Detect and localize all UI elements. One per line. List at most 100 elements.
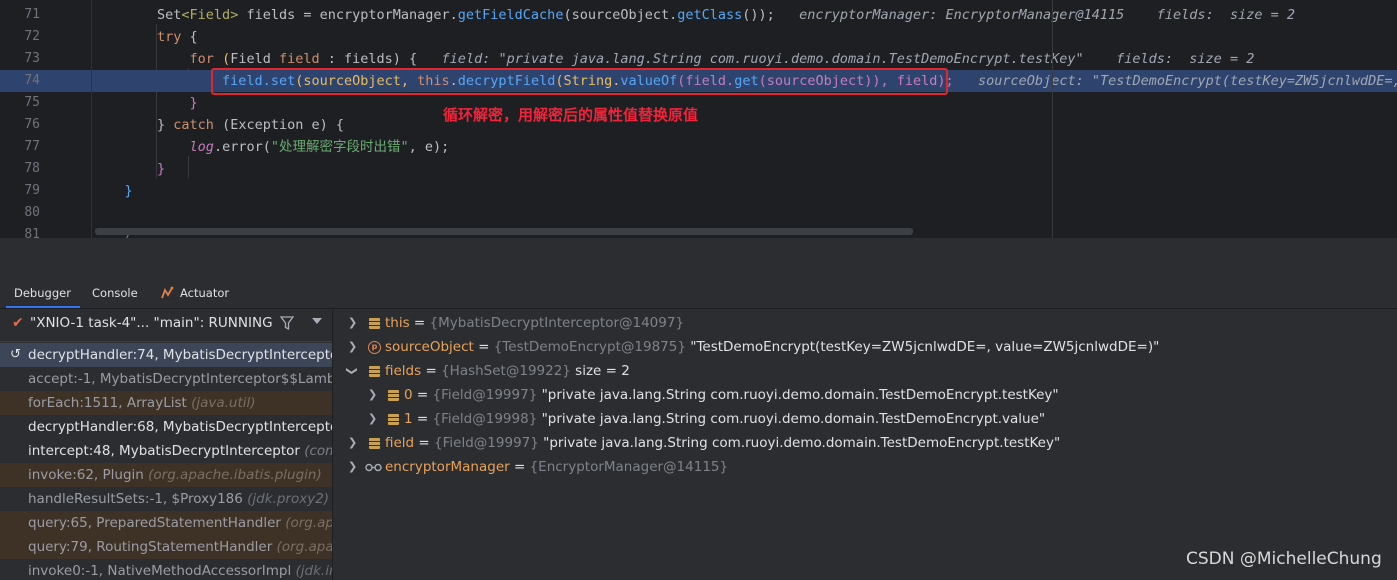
code-line: try { — [92, 26, 1397, 48]
line-number: 78 — [24, 161, 40, 176]
line-number: 73 — [24, 51, 40, 66]
code-token: } — [189, 95, 198, 111]
chevron-right-icon[interactable]: ❯ — [348, 455, 357, 479]
actuator-icon — [161, 286, 174, 299]
frame-item[interactable]: query:65, PreparedStatementHandler (org.… — [0, 511, 332, 535]
code-token: catch — [173, 117, 214, 133]
frame-package: (jdk.proxy2) — [247, 491, 330, 507]
frames-panel: ✔ "XNIO-1 task-4"... "main": RUNNING ↺ d… — [0, 309, 332, 580]
tab-label: Actuator — [180, 286, 230, 300]
tab-actuator[interactable]: Actuator — [152, 278, 242, 308]
variable-row[interactable]: ❯ encryptorManager = {EncryptorManager@1… — [333, 455, 1397, 479]
gutter-line: 72 — [0, 26, 92, 48]
undo-icon: ↺ — [10, 347, 21, 362]
code-line: Set<Field> fields = encryptorManager.get… — [92, 4, 1397, 26]
line-number: 76 — [24, 117, 40, 132]
code-line: } — [92, 158, 1397, 180]
highlight-box — [211, 68, 948, 95]
gutter-line: 78 — [0, 158, 92, 180]
variable-row[interactable]: ❯ p sourceObject = {TestDemoEncrypt@1987… — [333, 335, 1397, 359]
divider — [0, 341, 332, 342]
code-token: <Field> — [181, 7, 239, 23]
code-token: try — [157, 29, 182, 45]
variable-value: "private java.lang.String com.ruoyi.demo… — [538, 435, 1061, 451]
chevron-down-icon[interactable]: ❯ — [340, 366, 364, 375]
glasses-icon — [365, 463, 382, 472]
frame-name: query:79, RoutingStatementHandler — [28, 539, 277, 555]
code-token: (sourceObject. — [563, 7, 678, 23]
code-area[interactable]: Set<Field> fields = encryptorManager.get… — [92, 0, 1397, 238]
variable-equals: = — [509, 459, 530, 475]
frame-item[interactable]: intercept:48, MybatisDecryptInterceptor … — [0, 439, 332, 463]
variable-row[interactable]: ❯ 1 = {Field@19998} "private java.lang.S… — [333, 407, 1397, 431]
variable-type: {HashSet@19922} — [441, 363, 571, 379]
code-line: } — [92, 92, 1397, 114]
gutter-line-current: 74 — [0, 70, 92, 92]
chevron-right-icon[interactable]: ❯ — [368, 407, 377, 431]
gutter-line: 76 — [0, 114, 92, 136]
variable-equals: = — [412, 411, 433, 427]
variable-name: 1 — [404, 411, 413, 427]
parameter-icon: p — [368, 341, 381, 354]
code-token: log — [189, 139, 214, 155]
frame-item[interactable]: accept:-1, MybatisDecryptInterceptor$$La… — [0, 367, 332, 391]
variable-equals: = — [421, 363, 442, 379]
chevron-right-icon[interactable]: ❯ — [348, 311, 357, 335]
checkmark-icon: ✔ — [12, 315, 24, 331]
frame-item[interactable]: invoke0:-1, NativeMethodAccessorImpl (jd… — [0, 559, 332, 580]
variable-type: {MybatisDecryptInterceptor@14097} — [429, 315, 685, 331]
line-number: 80 — [24, 205, 40, 220]
chevron-right-icon[interactable]: ❯ — [348, 431, 357, 455]
frame-item[interactable]: handleResultSets:-1, $Proxy186 (jdk.prox… — [0, 487, 332, 511]
line-number: 79 — [24, 183, 40, 198]
variable-equals: = — [409, 315, 430, 331]
frame-item[interactable]: forEach:1511, ArrayList (java.util) — [0, 391, 332, 415]
frame-item[interactable]: query:79, RoutingStatementHandler (org.a… — [0, 535, 332, 559]
frame-name: invoke:62, Plugin — [28, 467, 149, 483]
chevron-right-icon[interactable]: ❯ — [368, 383, 377, 407]
variable-row[interactable]: ❯ fields = {HashSet@19922} size = 2 — [333, 359, 1397, 383]
variable-equals: = — [473, 339, 494, 355]
code-line: log.error("处理解密字段时出错", e); — [92, 136, 1397, 158]
editor-gutter[interactable]: 71 72 73 74 75 76 77 78 79 80 81 — [0, 0, 113, 238]
code-line: } catch (Exception e) { — [92, 114, 1397, 136]
variable-name: field — [385, 435, 415, 451]
tool-tabs: Debugger Console Actuator — [0, 278, 1397, 308]
frame-item[interactable]: invoke:62, Plugin (org.apache.ibatis.plu… — [0, 463, 332, 487]
thread-selector[interactable]: ✔ "XNIO-1 task-4"... "main": RUNNING — [0, 309, 332, 337]
code-token: for — [189, 51, 214, 67]
tab-console[interactable]: Console — [84, 278, 146, 308]
gutter-line: 77 — [0, 136, 92, 158]
variable-type: {Field@19997} — [434, 435, 539, 451]
field-icon — [388, 390, 399, 401]
frame-name: accept:-1, MybatisDecryptInterceptor$$La… — [28, 371, 332, 387]
variable-name: encryptorManager — [385, 459, 510, 475]
annotation-text: 循环解密，用解密后的属性值替换原值 — [443, 106, 699, 124]
code-token: } — [157, 161, 166, 177]
frame-item[interactable]: ↺ decryptHandler:74, MybatisDecryptInter… — [0, 343, 332, 367]
code-editor[interactable]: 71 72 73 74 75 76 77 78 79 80 81 Set<Fie… — [0, 0, 1397, 238]
gutter-line: 75 — [0, 92, 92, 114]
filter-icon[interactable] — [280, 315, 294, 331]
horizontal-scrollbar[interactable] — [95, 228, 913, 235]
variable-type: {EncryptorManager@14115} — [529, 459, 729, 475]
code-token: . — [213, 139, 223, 155]
tab-debugger[interactable]: Debugger — [6, 278, 80, 308]
code-token: (Exception e) { — [213, 117, 344, 133]
inline-hint-divider — [1052, 0, 1053, 238]
variable-name: 0 — [404, 387, 413, 403]
frame-package: (org.apache.ibatis.plugin) — [148, 467, 322, 483]
frame-item[interactable]: decryptHandler:68, MybatisDecryptInterce… — [0, 415, 332, 439]
variable-row[interactable]: ❯ this = {MybatisDecryptInterceptor@1409… — [333, 311, 1397, 335]
code-token: error — [222, 139, 263, 155]
frame-name: invoke0:-1, NativeMethodAccessorImpl — [28, 563, 296, 579]
frame-package: (org.apache — [285, 515, 332, 531]
chevron-right-icon[interactable]: ❯ — [348, 335, 357, 359]
variable-row[interactable]: ❯ 0 = {Field@19997} "private java.lang.S… — [333, 383, 1397, 407]
variable-row[interactable]: ❯ field = {Field@19997} "private java.la… — [333, 431, 1397, 455]
field-icon — [369, 366, 380, 377]
chevron-down-icon[interactable] — [312, 318, 322, 324]
code-token: : fields) { — [319, 51, 418, 67]
code-token: field — [270, 51, 320, 67]
frame-package: (com.ruo — [304, 443, 332, 459]
